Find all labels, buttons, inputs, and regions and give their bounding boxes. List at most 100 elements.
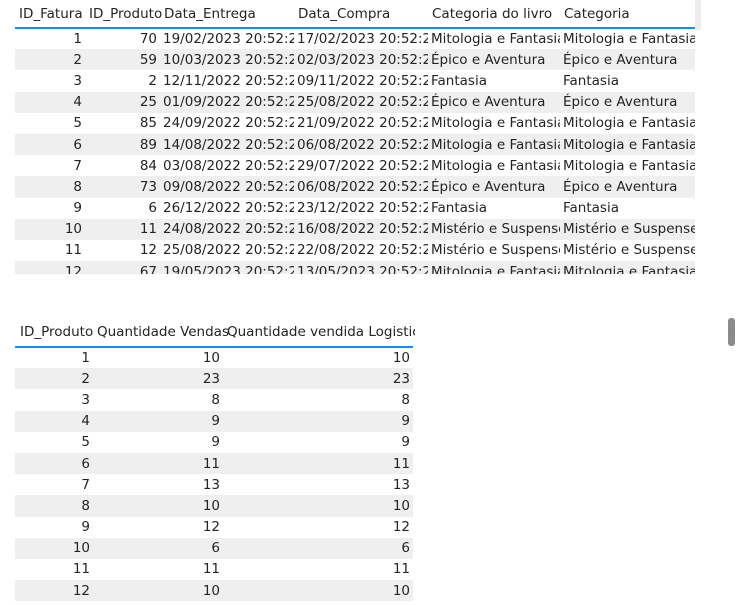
table-row[interactable]: 8 73 09/08/2022 20:52:20 06/08/2022 20:52:2… xyxy=(15,176,695,198)
table-row[interactable]: 8 10 10 xyxy=(15,495,413,517)
table-cell: 59 xyxy=(139,51,157,68)
table-cell: 19/02/2023 20:52:20 xyxy=(163,31,294,48)
table-row[interactable]: 4 25 01/09/2022 20:52:20 25/08/2022 20:52:2… xyxy=(15,91,695,113)
table-cell: 23 xyxy=(392,370,410,387)
table-cell: 13 xyxy=(202,476,220,493)
table-cell: 11 xyxy=(392,455,410,472)
table-cell: 29/07/2022 20:52:20 xyxy=(297,157,428,174)
table-cell: 7 xyxy=(73,157,82,174)
table-cell: Mitologia e Fantasia xyxy=(563,136,695,153)
table-row[interactable]: 3 2 12/11/2022 20:52:20 09/11/2022 20:52:20… xyxy=(15,70,695,91)
table-cell: 9 xyxy=(211,434,220,451)
table-cell: 02/03/2023 20:52:20 xyxy=(297,51,428,68)
table-cell: 6 xyxy=(73,136,82,153)
table-cell: 6 xyxy=(81,455,90,472)
table-row[interactable]: 11 11 11 xyxy=(15,559,413,580)
table-cell: Mitologia e Fantasia xyxy=(431,136,560,153)
table-row[interactable]: 11 12 25/08/2022 20:52:20 22/08/2022 20:52:… xyxy=(15,240,695,261)
table-cell: 22/08/2022 20:52:20 xyxy=(297,242,428,259)
table-cell: 8 xyxy=(401,391,410,408)
table-cell: 21/09/2022 20:52:20 xyxy=(297,115,428,132)
table-cell: 4 xyxy=(81,413,90,430)
column-header-quantidade-vendida-logistica[interactable]: Quantidade vendida Logistica xyxy=(223,317,415,347)
table-cell: Fantasia xyxy=(563,200,619,217)
table-cell: 8 xyxy=(211,391,220,408)
table-cell: Épico e Aventura xyxy=(563,178,678,195)
table-cell: 5 xyxy=(81,434,90,451)
table-cell: 13 xyxy=(392,476,410,493)
column-header-categoria[interactable]: Categoria xyxy=(560,0,695,28)
table-row[interactable]: 5 85 24/09/2022 20:52:20 21/09/2022 20:52:2… xyxy=(15,113,695,134)
table-row[interactable]: 9 6 26/12/2022 20:52:20 23/12/2022 20:52:20… xyxy=(15,198,695,219)
table-row[interactable]: 6 89 14/08/2022 20:52:20 06/08/2022 20:52:2… xyxy=(15,133,695,156)
table-cell: 06/08/2022 20:52:20 xyxy=(297,136,428,153)
table-row[interactable]: 1 70 19/02/2023 20:52:20 17/02/2023 20:52:2… xyxy=(15,28,695,49)
column-header-id-produto[interactable]: ID_Produto xyxy=(85,0,162,28)
table-cell: 11 xyxy=(64,242,82,259)
table-cell: 23 xyxy=(202,370,220,387)
table-cell: Épico e Aventura xyxy=(431,94,546,111)
fatura-table: ID_Fatura ID_Produto Data_Entrega Data_C… xyxy=(15,0,695,274)
column-header-id-fatura[interactable]: ID_Fatura xyxy=(15,0,85,28)
table-cell: Mistério e Suspense xyxy=(431,221,560,238)
table-cell: 06/08/2022 20:52:20 xyxy=(297,178,428,195)
table-cell: 17/02/2023 20:52:20 xyxy=(297,31,428,48)
table-row[interactable]: 9 12 12 xyxy=(15,517,413,538)
table-cell: 6 xyxy=(148,200,157,217)
table-row[interactable]: 7 13 13 xyxy=(15,474,413,495)
table-cell: Mitologia e Fantasia xyxy=(563,157,695,174)
table-cell: 10 xyxy=(64,221,82,238)
vertical-scrollbar-thumb[interactable] xyxy=(728,318,735,346)
table-cell: 12 xyxy=(202,519,220,536)
table-row[interactable]: 10 11 24/08/2022 20:52:20 16/08/2022 20:52:… xyxy=(15,218,695,240)
table-cell: 9 xyxy=(401,413,410,430)
table-header-row: ID_Fatura ID_Produto Data_Entrega Data_C… xyxy=(15,0,695,28)
table-row[interactable]: 2 23 23 xyxy=(15,368,413,390)
table-cell: 84 xyxy=(139,157,157,174)
table-cell: Épico e Aventura xyxy=(431,51,546,68)
column-header-id-produto[interactable]: ID_Produto xyxy=(15,317,93,347)
table-cell: Mitologia e Fantasia xyxy=(563,31,695,48)
table-row[interactable]: 12 10 10 xyxy=(15,580,413,602)
table-row[interactable]: 4 9 9 xyxy=(15,410,413,432)
table-cell: Mistério e Suspense xyxy=(563,242,695,259)
table-cell: 2 xyxy=(148,72,157,89)
table-cell: 10/03/2023 20:52:20 xyxy=(163,51,294,68)
table-row[interactable]: 7 84 03/08/2022 20:52:20 29/07/2022 20:52:2… xyxy=(15,155,695,176)
table-cell: Épico e Aventura xyxy=(563,94,678,111)
column-header-quantidade-vendas[interactable]: Quantidade Vendas xyxy=(93,317,229,347)
table-cell: 03/08/2022 20:52:20 xyxy=(163,157,294,174)
header-edge-strip xyxy=(695,0,701,30)
table-row[interactable]: 6 11 11 xyxy=(15,452,413,475)
table-cell: Fantasia xyxy=(431,72,487,89)
table-cell: 3 xyxy=(73,72,82,89)
table-cell: 25/08/2022 20:52:20 xyxy=(163,242,294,259)
table-cell: Fantasia xyxy=(431,200,487,217)
table-cell: 7 xyxy=(81,476,90,493)
table-cell: 10 xyxy=(202,582,220,599)
table-cell: 12 xyxy=(139,242,157,259)
column-header-data-entrega[interactable]: Data_Entrega xyxy=(160,0,294,28)
column-header-data-compra[interactable]: Data_Compra xyxy=(294,0,428,28)
table-cell: 1 xyxy=(73,31,82,48)
table-cell: 01/09/2022 20:52:20 xyxy=(163,94,294,111)
table-cell: 8 xyxy=(81,497,90,514)
table-row[interactable]: 1 10 10 xyxy=(15,347,413,368)
table-cell: 3 xyxy=(81,391,90,408)
table-cell: 11 xyxy=(202,455,220,472)
table-header-row: ID_Produto Quantidade Vendas Quantidade … xyxy=(15,317,415,347)
table-row[interactable]: 2 59 10/03/2023 20:52:20 02/03/2023 20:52:2… xyxy=(15,49,695,71)
table-cell: 11 xyxy=(202,561,220,578)
table-cell: 13/05/2023 20:52:20 xyxy=(297,263,428,274)
column-header-categoria-do-livro[interactable]: Categoria do livro xyxy=(428,0,560,28)
table-cell: 67 xyxy=(139,263,157,274)
table-cell: 10 xyxy=(392,350,410,367)
table-row[interactable]: 5 9 9 xyxy=(15,432,413,453)
table-cell: 4 xyxy=(73,94,82,111)
table-cell: 10 xyxy=(202,350,220,367)
table-cell: 11 xyxy=(139,221,157,238)
table-cell: 6 xyxy=(211,540,220,557)
table-row[interactable]: 10 6 6 xyxy=(15,537,413,559)
table-row[interactable]: 12 67 19/05/2023 20:52:20 13/05/2023 20:52:… xyxy=(15,261,695,274)
table-row[interactable]: 3 8 8 xyxy=(15,389,413,410)
